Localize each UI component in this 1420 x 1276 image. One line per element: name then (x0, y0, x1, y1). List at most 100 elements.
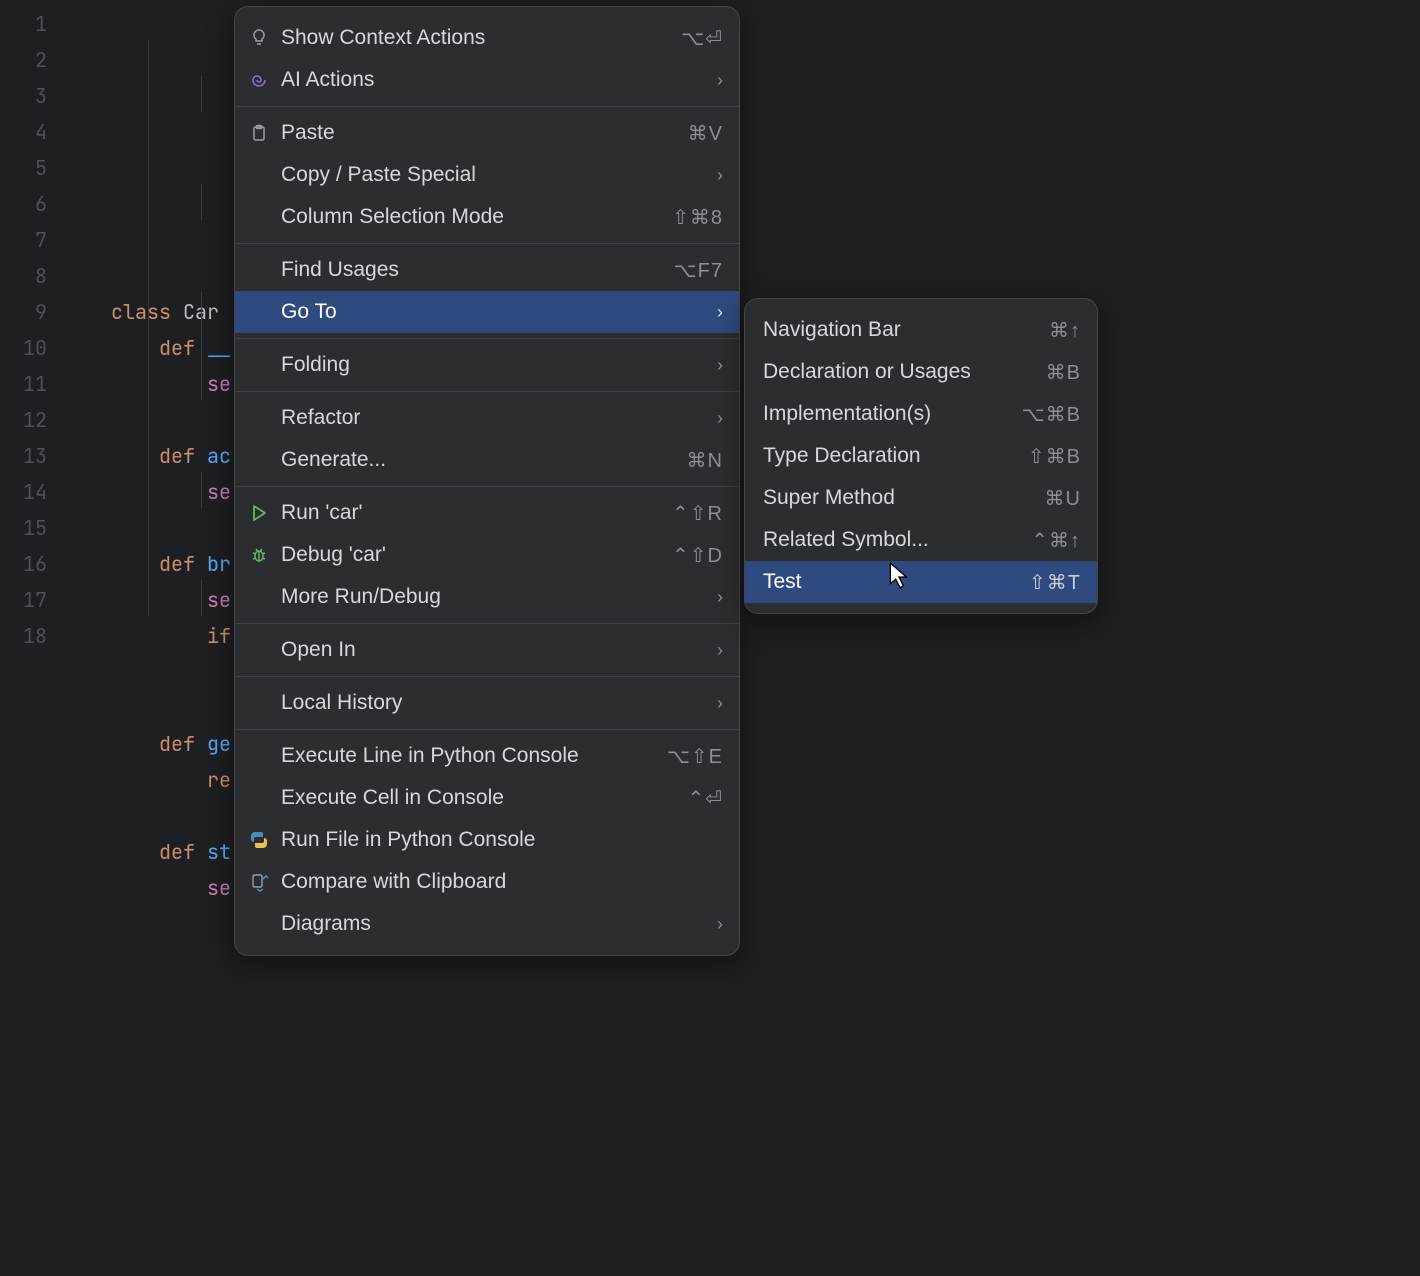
menu-item-shortcut: ⌥⏎ (681, 26, 723, 51)
menu-item-label: Diagrams (281, 912, 709, 936)
menu-separator (235, 243, 739, 244)
clipboard-icon (249, 123, 281, 143)
submenu-item-type-declaration[interactable]: Type Declaration⇧⌘B (745, 435, 1097, 477)
line-number: 10 (0, 330, 75, 366)
indent-guide (201, 184, 202, 220)
submenu-item-label: Navigation Bar (763, 318, 1049, 342)
line-number: 18 (0, 618, 75, 654)
menu-item-shortcut: ⌃⇧R (672, 501, 723, 526)
menu-item-go-to[interactable]: Go To › (235, 291, 739, 333)
line-number: 9 (0, 294, 75, 330)
menu-item-more-run-debug[interactable]: More Run/Debug› (235, 576, 739, 618)
line-number: 14 (0, 474, 75, 510)
menu-item-label: Local History (281, 691, 709, 715)
menu-item-local-history[interactable]: Local History › (235, 682, 739, 724)
menu-separator (235, 106, 739, 107)
menu-item-label: Generate... (281, 448, 687, 472)
line-number: 13 (0, 438, 75, 474)
chevron-right-icon: › (717, 408, 723, 429)
submenu-item-label: Test (763, 570, 1029, 594)
menu-item-label: Execute Cell in Console (281, 786, 687, 810)
line-number: 4 (0, 114, 75, 150)
line-number: 5 (0, 150, 75, 186)
menu-item-folding[interactable]: Folding› (235, 344, 739, 386)
menu-item-label: Go To (281, 300, 709, 324)
chevron-right-icon: › (717, 693, 723, 714)
menu-separator (235, 729, 739, 730)
menu-item-shortcut: ⌘N (687, 448, 723, 473)
chevron-right-icon: › (717, 355, 723, 376)
menu-item-debug-car[interactable]: Debug 'car'⌃⇧D (235, 534, 739, 576)
menu-separator (235, 486, 739, 487)
menu-item-label: Refactor (281, 406, 709, 430)
menu-item-shortcut: ⇧⌘8 (672, 205, 723, 230)
menu-separator (235, 676, 739, 677)
menu-item-label: Execute Line in Python Console (281, 744, 667, 768)
submenu-item-shortcut: ⌘↑ (1049, 318, 1081, 343)
indent-guide (201, 76, 202, 112)
line-number-gutter: 123456789101112131415161718 (0, 0, 75, 1276)
spiral-icon (249, 70, 281, 90)
menu-item-run-file-in-python-console[interactable]: Run File in Python Console (235, 819, 739, 861)
submenu-item-implementation-s[interactable]: Implementation(s)⌥⌘B (745, 393, 1097, 435)
submenu-item-shortcut: ⇧⌘T (1029, 570, 1081, 595)
menu-item-label: More Run/Debug (281, 585, 709, 609)
line-number: 16 (0, 546, 75, 582)
line-number: 2 (0, 42, 75, 78)
submenu-item-label: Implementation(s) (763, 402, 1022, 426)
menu-item-execute-line-in-python-console[interactable]: Execute Line in Python Console⌥⇧E (235, 735, 739, 777)
menu-separator (235, 623, 739, 624)
submenu-item-label: Related Symbol... (763, 528, 1031, 552)
bulb-icon (249, 28, 281, 48)
chevron-right-icon: › (717, 70, 723, 91)
line-number: 15 (0, 510, 75, 546)
line-number: 6 (0, 186, 75, 222)
menu-item-label: Run File in Python Console (281, 828, 723, 852)
chevron-right-icon: › (717, 165, 723, 186)
menu-item-open-in[interactable]: Open In› (235, 629, 739, 671)
menu-item-refactor[interactable]: Refactor › (235, 397, 739, 439)
line-number: 12 (0, 402, 75, 438)
menu-item-shortcut: ⌥⇧E (667, 744, 723, 769)
menu-item-shortcut: ⌥F7 (674, 258, 723, 283)
menu-item-shortcut: ⌃⇧D (672, 543, 723, 568)
python-icon (249, 830, 281, 850)
menu-item-label: Run 'car' (281, 501, 672, 525)
line-number: 1 (0, 6, 75, 42)
submenu-item-super-method[interactable]: Super Method⌘U (745, 477, 1097, 519)
menu-item-label: Open In (281, 638, 709, 662)
menu-item-execute-cell-in-console[interactable]: Execute Cell in Console⌃⏎ (235, 777, 739, 819)
chevron-right-icon: › (717, 302, 723, 323)
editor-context-menu[interactable]: Show Context Actions⌥⏎AI Actions› Paste⌘V… (234, 6, 740, 956)
menu-item-diagrams[interactable]: Diagrams› (235, 903, 739, 945)
submenu-item-navigation-bar[interactable]: Navigation Bar⌘↑ (745, 309, 1097, 351)
menu-item-ai-actions[interactable]: AI Actions› (235, 59, 739, 101)
menu-item-find-usages[interactable]: Find Usages⌥F7 (235, 249, 739, 291)
indent-guide (201, 580, 202, 616)
submenu-item-label: Type Declaration (763, 444, 1028, 468)
menu-item-show-context-actions[interactable]: Show Context Actions⌥⏎ (235, 17, 739, 59)
submenu-item-shortcut: ⌥⌘B (1022, 402, 1081, 427)
menu-item-run-car[interactable]: Run 'car'⌃⇧R (235, 492, 739, 534)
submenu-item-test[interactable]: Test⇧⌘T (745, 561, 1097, 603)
menu-item-label: Find Usages (281, 258, 674, 282)
submenu-item-declaration-or-usages[interactable]: Declaration or Usages⌘B (745, 351, 1097, 393)
menu-item-copy-paste-special[interactable]: Copy / Paste Special › (235, 154, 739, 196)
submenu-item-shortcut: ⌘B (1046, 360, 1081, 385)
indent-guide (201, 472, 202, 508)
menu-item-label: Copy / Paste Special (281, 163, 709, 187)
goto-submenu[interactable]: Navigation Bar⌘↑Declaration or Usages⌘BI… (744, 298, 1098, 614)
menu-item-compare-with-clipboard[interactable]: Compare with Clipboard (235, 861, 739, 903)
run-icon (249, 503, 281, 523)
menu-item-paste[interactable]: Paste⌘V (235, 112, 739, 154)
menu-item-column-selection-mode[interactable]: Column Selection Mode⇧⌘8 (235, 196, 739, 238)
submenu-item-related-symbol[interactable]: Related Symbol...⌃⌘↑ (745, 519, 1097, 561)
menu-item-generate[interactable]: Generate...⌘N (235, 439, 739, 481)
line-number: 17 (0, 582, 75, 618)
compare-icon (249, 872, 281, 892)
menu-item-shortcut: ⌘V (688, 121, 723, 146)
submenu-item-label: Super Method (763, 486, 1045, 510)
menu-separator (235, 391, 739, 392)
submenu-item-shortcut: ⇧⌘B (1028, 444, 1081, 469)
indent-guide (148, 40, 149, 616)
